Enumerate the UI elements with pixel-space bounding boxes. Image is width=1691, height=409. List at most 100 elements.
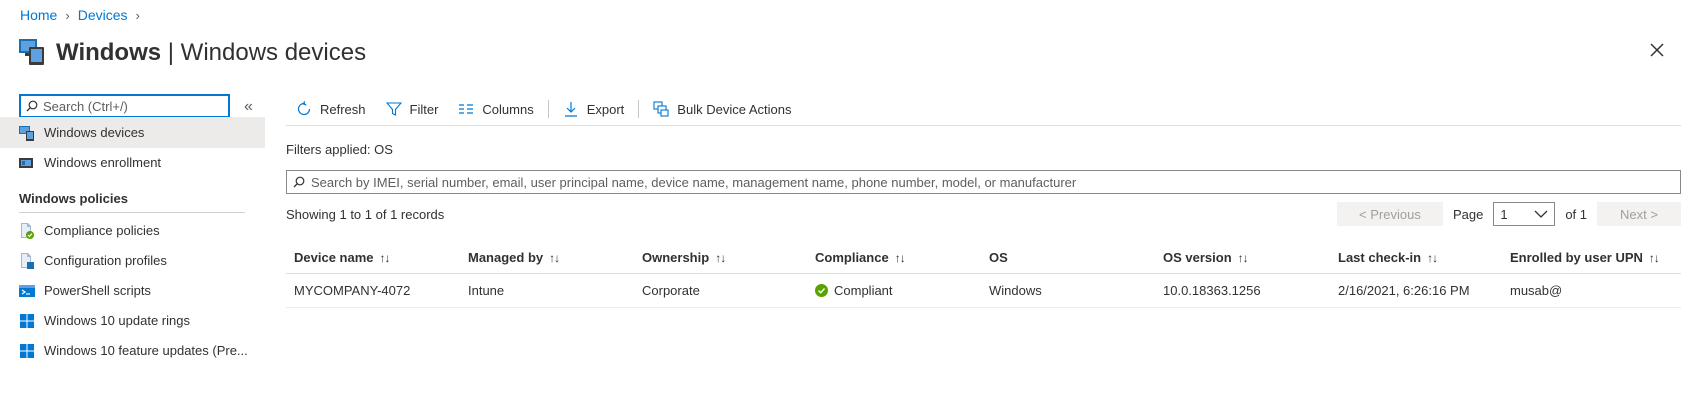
page-label: Page <box>1452 206 1484 222</box>
compliance-policy-icon <box>21 222 34 239</box>
windows-devices-icon <box>19 125 34 141</box>
page-select[interactable]: 1 <box>1493 202 1556 226</box>
chevron-right-icon: › <box>135 7 140 23</box>
page-select-value: 1 <box>1500 206 1508 222</box>
sort-icon[interactable]: ↑↓ <box>1238 251 1249 265</box>
column-header-os-version[interactable]: OS version ↑↓ <box>1155 250 1330 265</box>
search-icon <box>293 176 305 188</box>
columns-label: Columns <box>482 101 534 117</box>
column-header-label: Enrolled by user UPN <box>1510 250 1643 265</box>
sort-icon[interactable]: ↑↓ <box>895 251 906 265</box>
cell-os-version: 10.0.18363.1256 <box>1163 283 1261 298</box>
export-button[interactable]: Export <box>553 96 635 122</box>
sidebar-item-configuration-profiles[interactable]: Configuration profiles <box>0 245 265 276</box>
windows-logo-icon <box>20 343 34 358</box>
sidebar-item-label: Compliance policies <box>44 223 160 238</box>
breadcrumb-devices-link[interactable]: Devices <box>78 7 128 23</box>
filter-label: Filter <box>409 101 439 117</box>
page-total-label: of 1 <box>1565 206 1587 222</box>
column-header-last-check-in[interactable]: Last check-in ↑↓ <box>1330 250 1502 265</box>
page-title: Windows | Windows devices <box>56 38 367 66</box>
next-page-button[interactable]: Next > <box>1597 202 1681 226</box>
device-search-input[interactable] <box>311 174 1671 190</box>
column-header-compliance[interactable]: Compliance ↑↓ <box>807 250 981 265</box>
column-header-enrolled-by-upn[interactable]: Enrolled by user UPN ↑↓ <box>1502 250 1681 265</box>
column-header-device-name[interactable]: Device name ↑↓ <box>286 250 460 265</box>
cell-managed-by: Intune <box>468 283 505 298</box>
column-header-ownership[interactable]: Ownership ↑↓ <box>634 250 807 265</box>
bulk-device-actions-label: Bulk Device Actions <box>677 101 792 117</box>
column-header-label: Device name <box>294 250 374 265</box>
cell-compliance: Compliant <box>807 283 981 298</box>
column-header-label: OS version <box>1163 250 1232 265</box>
filter-button[interactable]: Filter <box>376 96 449 122</box>
device-search[interactable] <box>286 170 1681 194</box>
refresh-label: Refresh <box>320 101 366 117</box>
sidebar-search-input[interactable] <box>43 98 223 114</box>
sidebar-item-label: Configuration profiles <box>44 253 167 268</box>
sidebar-item-compliance-policies[interactable]: Compliance policies <box>0 215 265 246</box>
collapse-sidebar-button[interactable]: « <box>244 98 253 116</box>
cell-device-name[interactable]: MYCOMPANY-4072 <box>286 283 460 298</box>
column-header-label: Ownership <box>642 250 710 265</box>
sidebar-item-label: Windows 10 feature updates (Pre... <box>44 343 248 358</box>
refresh-icon <box>297 101 311 116</box>
close-button[interactable] <box>1645 38 1669 62</box>
sidebar-divider <box>19 212 245 213</box>
sort-icon[interactable]: ↑↓ <box>1649 251 1660 265</box>
windows-logo-icon <box>20 313 34 328</box>
pagination: < Previous Page 1 of 1 Next > <box>1336 202 1681 226</box>
sidebar-item-windows-devices[interactable]: Windows devices <box>0 117 265 148</box>
sidebar-section-windows-policies: Windows policies <box>19 191 128 206</box>
sidebar-item-windows-10-feature-updates[interactable]: Windows 10 feature updates (Pre... <box>0 335 265 366</box>
sidebar-search[interactable] <box>19 94 230 118</box>
bulk-actions-icon <box>653 101 669 117</box>
chevron-down-icon <box>1534 210 1548 218</box>
chevron-right-icon: › <box>65 7 70 23</box>
download-icon <box>564 102 577 117</box>
sort-icon[interactable]: ↑↓ <box>1427 251 1438 265</box>
column-header-managed-by[interactable]: Managed by ↑↓ <box>460 250 634 265</box>
enrollment-icon <box>19 157 33 168</box>
sidebar-item-label: Windows 10 update rings <box>44 313 190 328</box>
records-count: Showing 1 to 1 of 1 records <box>286 207 445 222</box>
sidebar-item-windows-10-update-rings[interactable]: Windows 10 update rings <box>0 305 265 336</box>
breadcrumb: Home › Devices › <box>20 7 140 23</box>
column-header-os: OS <box>981 250 1155 265</box>
export-label: Export <box>586 101 625 117</box>
column-header-label: Last check-in <box>1338 250 1422 265</box>
previous-page-button[interactable]: < Previous <box>1336 202 1443 226</box>
devices-table: Device name ↑↓ Managed by ↑↓ Ownership ↑↓ C… <box>286 242 1681 308</box>
sort-icon[interactable]: ↑↓ <box>715 251 726 265</box>
breadcrumb-home-link[interactable]: Home <box>20 7 57 23</box>
filter-icon <box>385 102 402 116</box>
sidebar-item-label: Windows devices <box>44 125 145 140</box>
double-chevron-left-icon: « <box>244 98 253 115</box>
toolbar-separator <box>638 100 640 118</box>
columns-button[interactable]: Columns <box>448 96 543 122</box>
sort-icon[interactable]: ↑↓ <box>549 251 560 265</box>
bulk-device-actions-button[interactable]: Bulk Device Actions <box>643 96 801 122</box>
refresh-button[interactable]: Refresh <box>286 96 376 122</box>
sidebar-item-windows-enrollment[interactable]: Windows enrollment <box>0 147 265 178</box>
compliance-status-text: Compliant <box>834 283 893 298</box>
cell-last-check-in: 2/16/2021, 6:26:16 PM <box>1338 283 1470 298</box>
sidebar-item-label: PowerShell scripts <box>44 283 151 298</box>
powershell-icon <box>19 284 35 297</box>
compliant-check-icon <box>815 284 828 297</box>
close-icon <box>1650 43 1664 57</box>
column-header-label: Managed by <box>468 250 544 265</box>
sidebar-item-powershell-scripts[interactable]: PowerShell scripts <box>0 275 265 306</box>
filters-applied-text: Filters applied: OS <box>286 142 393 157</box>
table-row[interactable]: MYCOMPANY-4072 Intune Corporate Complian… <box>286 274 1681 308</box>
columns-icon <box>459 104 474 114</box>
page-header: Windows | Windows devices <box>18 36 366 69</box>
command-bar: Refresh Filter Columns Export Bulk Devic… <box>286 96 801 122</box>
cell-enrolled-by-upn: musab@ <box>1510 283 1563 298</box>
cell-os: Windows <box>989 283 1042 298</box>
sort-icon[interactable]: ↑↓ <box>380 251 391 265</box>
cell-ownership: Corporate <box>642 283 700 298</box>
column-header-label: Compliance <box>815 250 889 265</box>
toolbar-separator <box>547 100 549 118</box>
toolbar-divider <box>286 125 1681 126</box>
